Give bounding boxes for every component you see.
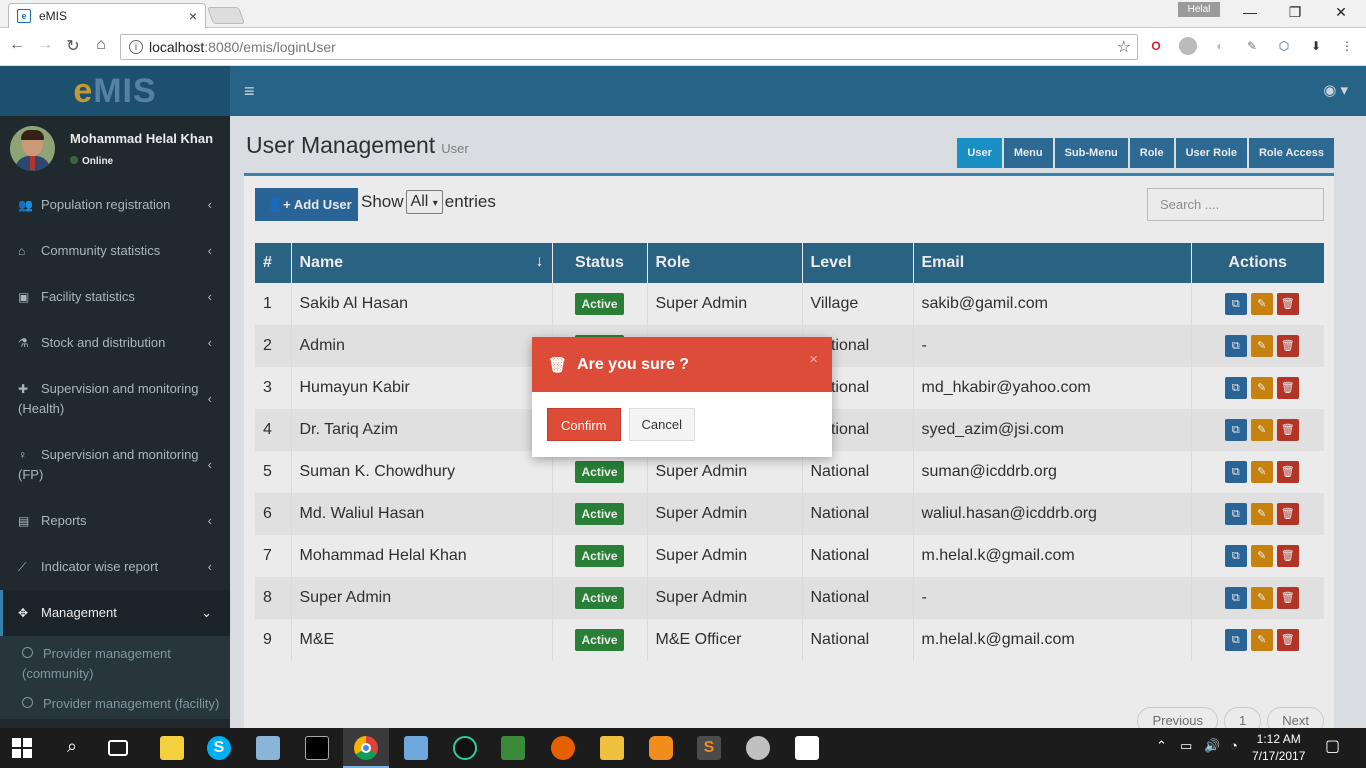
- confirm-dialog: 🗑 Are you sure ? × Confirm Cancel: [532, 337, 832, 457]
- dialog-close-icon[interactable]: ×: [809, 351, 818, 368]
- browser-menu-icon[interactable]: ⋮: [1338, 37, 1356, 55]
- task-view-icon[interactable]: [108, 740, 128, 756]
- terminal-icon[interactable]: [305, 736, 329, 760]
- cancel-button[interactable]: Cancel: [628, 408, 695, 441]
- site-info-icon[interactable]: i: [129, 40, 143, 54]
- url-host: localhost: [149, 39, 205, 55]
- clock-time: 1:12 AM: [1256, 732, 1301, 746]
- confirm-button[interactable]: Confirm: [547, 408, 621, 441]
- browser-tab-strip: e eMIS × Helal — ❐ ✕: [0, 0, 1366, 28]
- reload-icon[interactable]: ↻: [62, 36, 84, 56]
- home-icon[interactable]: ⌂: [90, 36, 112, 54]
- opera-icon[interactable]: O: [1147, 37, 1165, 55]
- search-icon[interactable]: ⌕: [60, 736, 84, 760]
- paint-palette-icon[interactable]: [746, 736, 770, 760]
- bookmark-star-icon[interactable]: ☆: [1117, 37, 1131, 57]
- minimize-icon[interactable]: —: [1227, 4, 1273, 20]
- photos-icon[interactable]: [795, 736, 819, 760]
- sublime-text-icon[interactable]: S: [697, 736, 721, 760]
- clock-date: 7/17/2017: [1252, 749, 1306, 763]
- download-icon[interactable]: ⬇: [1307, 37, 1325, 55]
- new-tab-button[interactable]: [206, 7, 246, 24]
- close-window-icon[interactable]: ✕: [1318, 4, 1364, 21]
- windows-taskbar: ⌕ S S ⌃ ▭ 🔊 ◔ 1:12 AM 7/17/2017 ▢: [0, 728, 1366, 768]
- sticky-notes-icon[interactable]: [160, 736, 184, 760]
- cube-extension-icon[interactable]: ⬡: [1275, 37, 1293, 55]
- tab-close-icon[interactable]: ×: [189, 8, 197, 24]
- spreadsheet-icon[interactable]: [501, 736, 525, 760]
- url-field[interactable]: i localhost :8080/emis/loginUser ☆: [120, 34, 1138, 60]
- emis-favicon-icon: e: [17, 9, 31, 23]
- forward-icon[interactable]: →: [34, 36, 56, 54]
- file-explorer-icon[interactable]: [600, 736, 624, 760]
- trash-icon: 🗑: [548, 356, 568, 374]
- address-bar-row: ← → ↻ ⌂ i localhost :8080/emis/loginUser…: [0, 28, 1366, 66]
- taskbar-clock[interactable]: 1:12 AM 7/17/2017: [1252, 731, 1305, 765]
- chrome-taskbar-item[interactable]: [343, 728, 389, 768]
- app-icon[interactable]: [453, 736, 477, 760]
- battery-icon[interactable]: ▭: [1180, 738, 1192, 754]
- globe-icon[interactable]: [1179, 37, 1197, 55]
- tab-title: eMIS: [39, 9, 68, 23]
- virtualbox-icon[interactable]: [404, 736, 428, 760]
- windows-start-icon[interactable]: [12, 738, 32, 758]
- chrome-icon: [354, 736, 378, 760]
- restore-icon[interactable]: ❐: [1272, 4, 1318, 21]
- back-icon[interactable]: ←: [6, 36, 28, 54]
- eyedropper-icon[interactable]: ✎: [1243, 37, 1261, 55]
- extension-icon[interactable]: ◐: [1211, 37, 1229, 55]
- wifi-icon[interactable]: ◔: [1230, 738, 1238, 753]
- dialog-title: Are you sure ?: [577, 355, 690, 373]
- paint-icon[interactable]: [256, 736, 280, 760]
- volume-icon[interactable]: 🔊: [1204, 738, 1220, 754]
- xampp-icon[interactable]: [649, 736, 673, 760]
- browser-tab[interactable]: e eMIS ×: [8, 3, 206, 28]
- url-path: :8080/emis/loginUser: [204, 39, 336, 55]
- skype-icon[interactable]: S: [207, 736, 231, 760]
- profile-chip[interactable]: Helal: [1178, 2, 1220, 17]
- dialog-buttons: Confirm Cancel: [547, 408, 695, 441]
- dialog-header: 🗑 Are you sure ? ×: [532, 337, 832, 392]
- firefox-icon[interactable]: [551, 736, 575, 760]
- tray-chevron-icon[interactable]: ⌃: [1156, 738, 1167, 754]
- notifications-icon[interactable]: ▢: [1325, 736, 1340, 756]
